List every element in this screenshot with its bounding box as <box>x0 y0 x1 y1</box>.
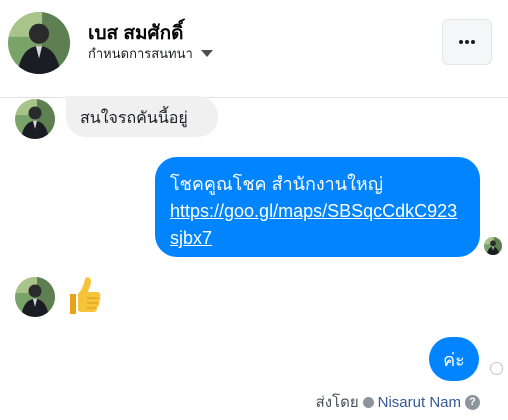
more-dots-icon <box>459 40 475 44</box>
incoming-message-text: สนใจรถคันนี้อยู่ <box>80 110 188 127</box>
outgoing-message-bubble[interactable]: โชคคูณโชค สำนักงานใหญ่ https://goo.gl/ma… <box>155 157 480 257</box>
sender-name[interactable]: Nisarut Nam <box>378 394 461 411</box>
conversation-schedule[interactable]: กำหนดการสนทนา <box>88 43 213 64</box>
sender-avatar[interactable] <box>15 99 55 139</box>
sent-by-footer: ส่งโดย Nisarut Nam ? <box>316 390 480 414</box>
sender-status-icon <box>362 396 374 408</box>
sent-check-icon <box>490 362 503 375</box>
contact-avatar[interactable] <box>8 12 70 74</box>
conversation-header: เบส สมศักดิ์ กำหนดการสนทนา <box>0 0 508 98</box>
sent-by-label: ส่งโดย <box>315 394 359 411</box>
seen-by-avatar <box>484 237 502 255</box>
outgoing-message-text: โชคคูณโชค สำนักงานใหญ่ <box>170 174 384 194</box>
like-thumb-icon[interactable] <box>66 276 102 316</box>
maps-link[interactable]: https://goo.gl/maps/SBSqcCdkC923sjbx7 <box>170 198 466 252</box>
reply-message-bubble[interactable]: ค่ะ <box>429 337 479 381</box>
more-options-button[interactable] <box>442 19 492 65</box>
sender-avatar[interactable] <box>15 277 55 317</box>
reply-message-text: ค่ะ <box>443 349 465 370</box>
help-icon[interactable]: ? <box>465 394 480 410</box>
schedule-label: กำหนดการสนทนา <box>88 46 193 61</box>
caret-down-icon <box>200 50 213 57</box>
incoming-message-bubble[interactable]: สนใจรถคันนี้อยู่ <box>66 96 218 137</box>
